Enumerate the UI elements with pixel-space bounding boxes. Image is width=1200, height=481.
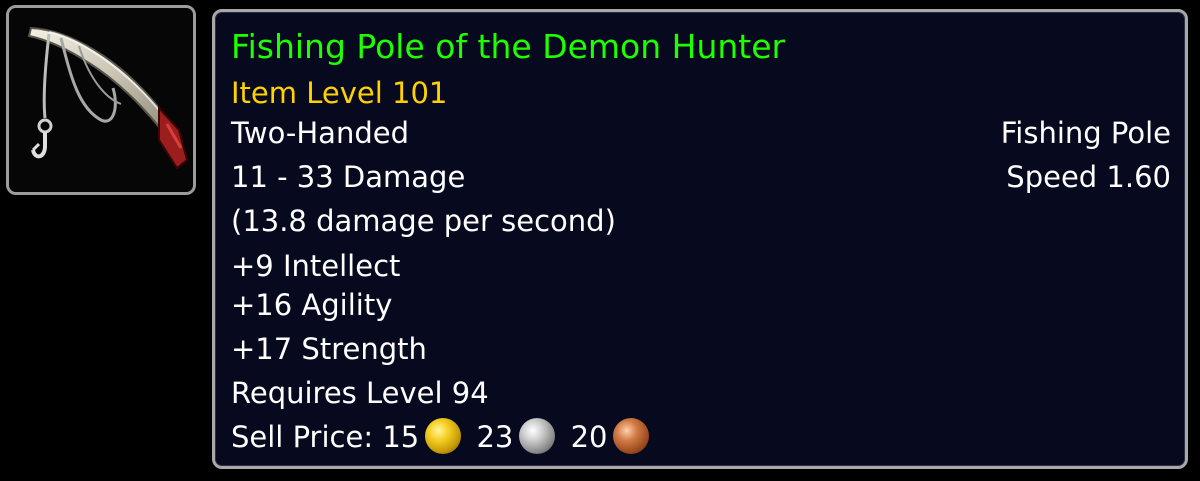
item-name: Fishing Pole of the Demon Hunter bbox=[231, 27, 786, 66]
silver-amount: 23 bbox=[476, 420, 514, 454]
item-tooltip: Fishing Pole of the Demon Hunter Item Le… bbox=[212, 9, 1188, 469]
stat-agility: +16 Agility bbox=[231, 288, 393, 322]
item-type: Fishing Pole bbox=[1000, 116, 1171, 150]
damage-row: 11 - 33 Damage Speed 1.60 bbox=[231, 160, 1171, 194]
item-speed: Speed 1.60 bbox=[1006, 160, 1171, 194]
sell-price-label: Sell Price: bbox=[231, 420, 374, 454]
stat-intellect: +9 Intellect bbox=[231, 249, 401, 283]
item-icon-frame[interactable] bbox=[6, 5, 196, 195]
item-level: Item Level 101 bbox=[231, 76, 448, 110]
stat-strength: +17 Strength bbox=[231, 332, 427, 366]
requires-level: Requires Level 94 bbox=[231, 376, 489, 410]
item-dps: (13.8 damage per second) bbox=[231, 204, 616, 238]
fishing-pole-icon bbox=[9, 8, 193, 192]
silver-coin-icon bbox=[519, 418, 556, 454]
gold-amount: 15 bbox=[382, 420, 420, 454]
copper-coin-icon bbox=[613, 418, 650, 454]
gold-coin-icon bbox=[425, 418, 462, 454]
copper-amount: 20 bbox=[570, 420, 608, 454]
item-damage: 11 - 33 Damage bbox=[231, 160, 466, 194]
item-slot: Two-Handed bbox=[231, 116, 409, 150]
sell-price: Sell Price: 15 23 20 bbox=[231, 418, 1171, 454]
slot-row: Two-Handed Fishing Pole bbox=[231, 116, 1171, 150]
